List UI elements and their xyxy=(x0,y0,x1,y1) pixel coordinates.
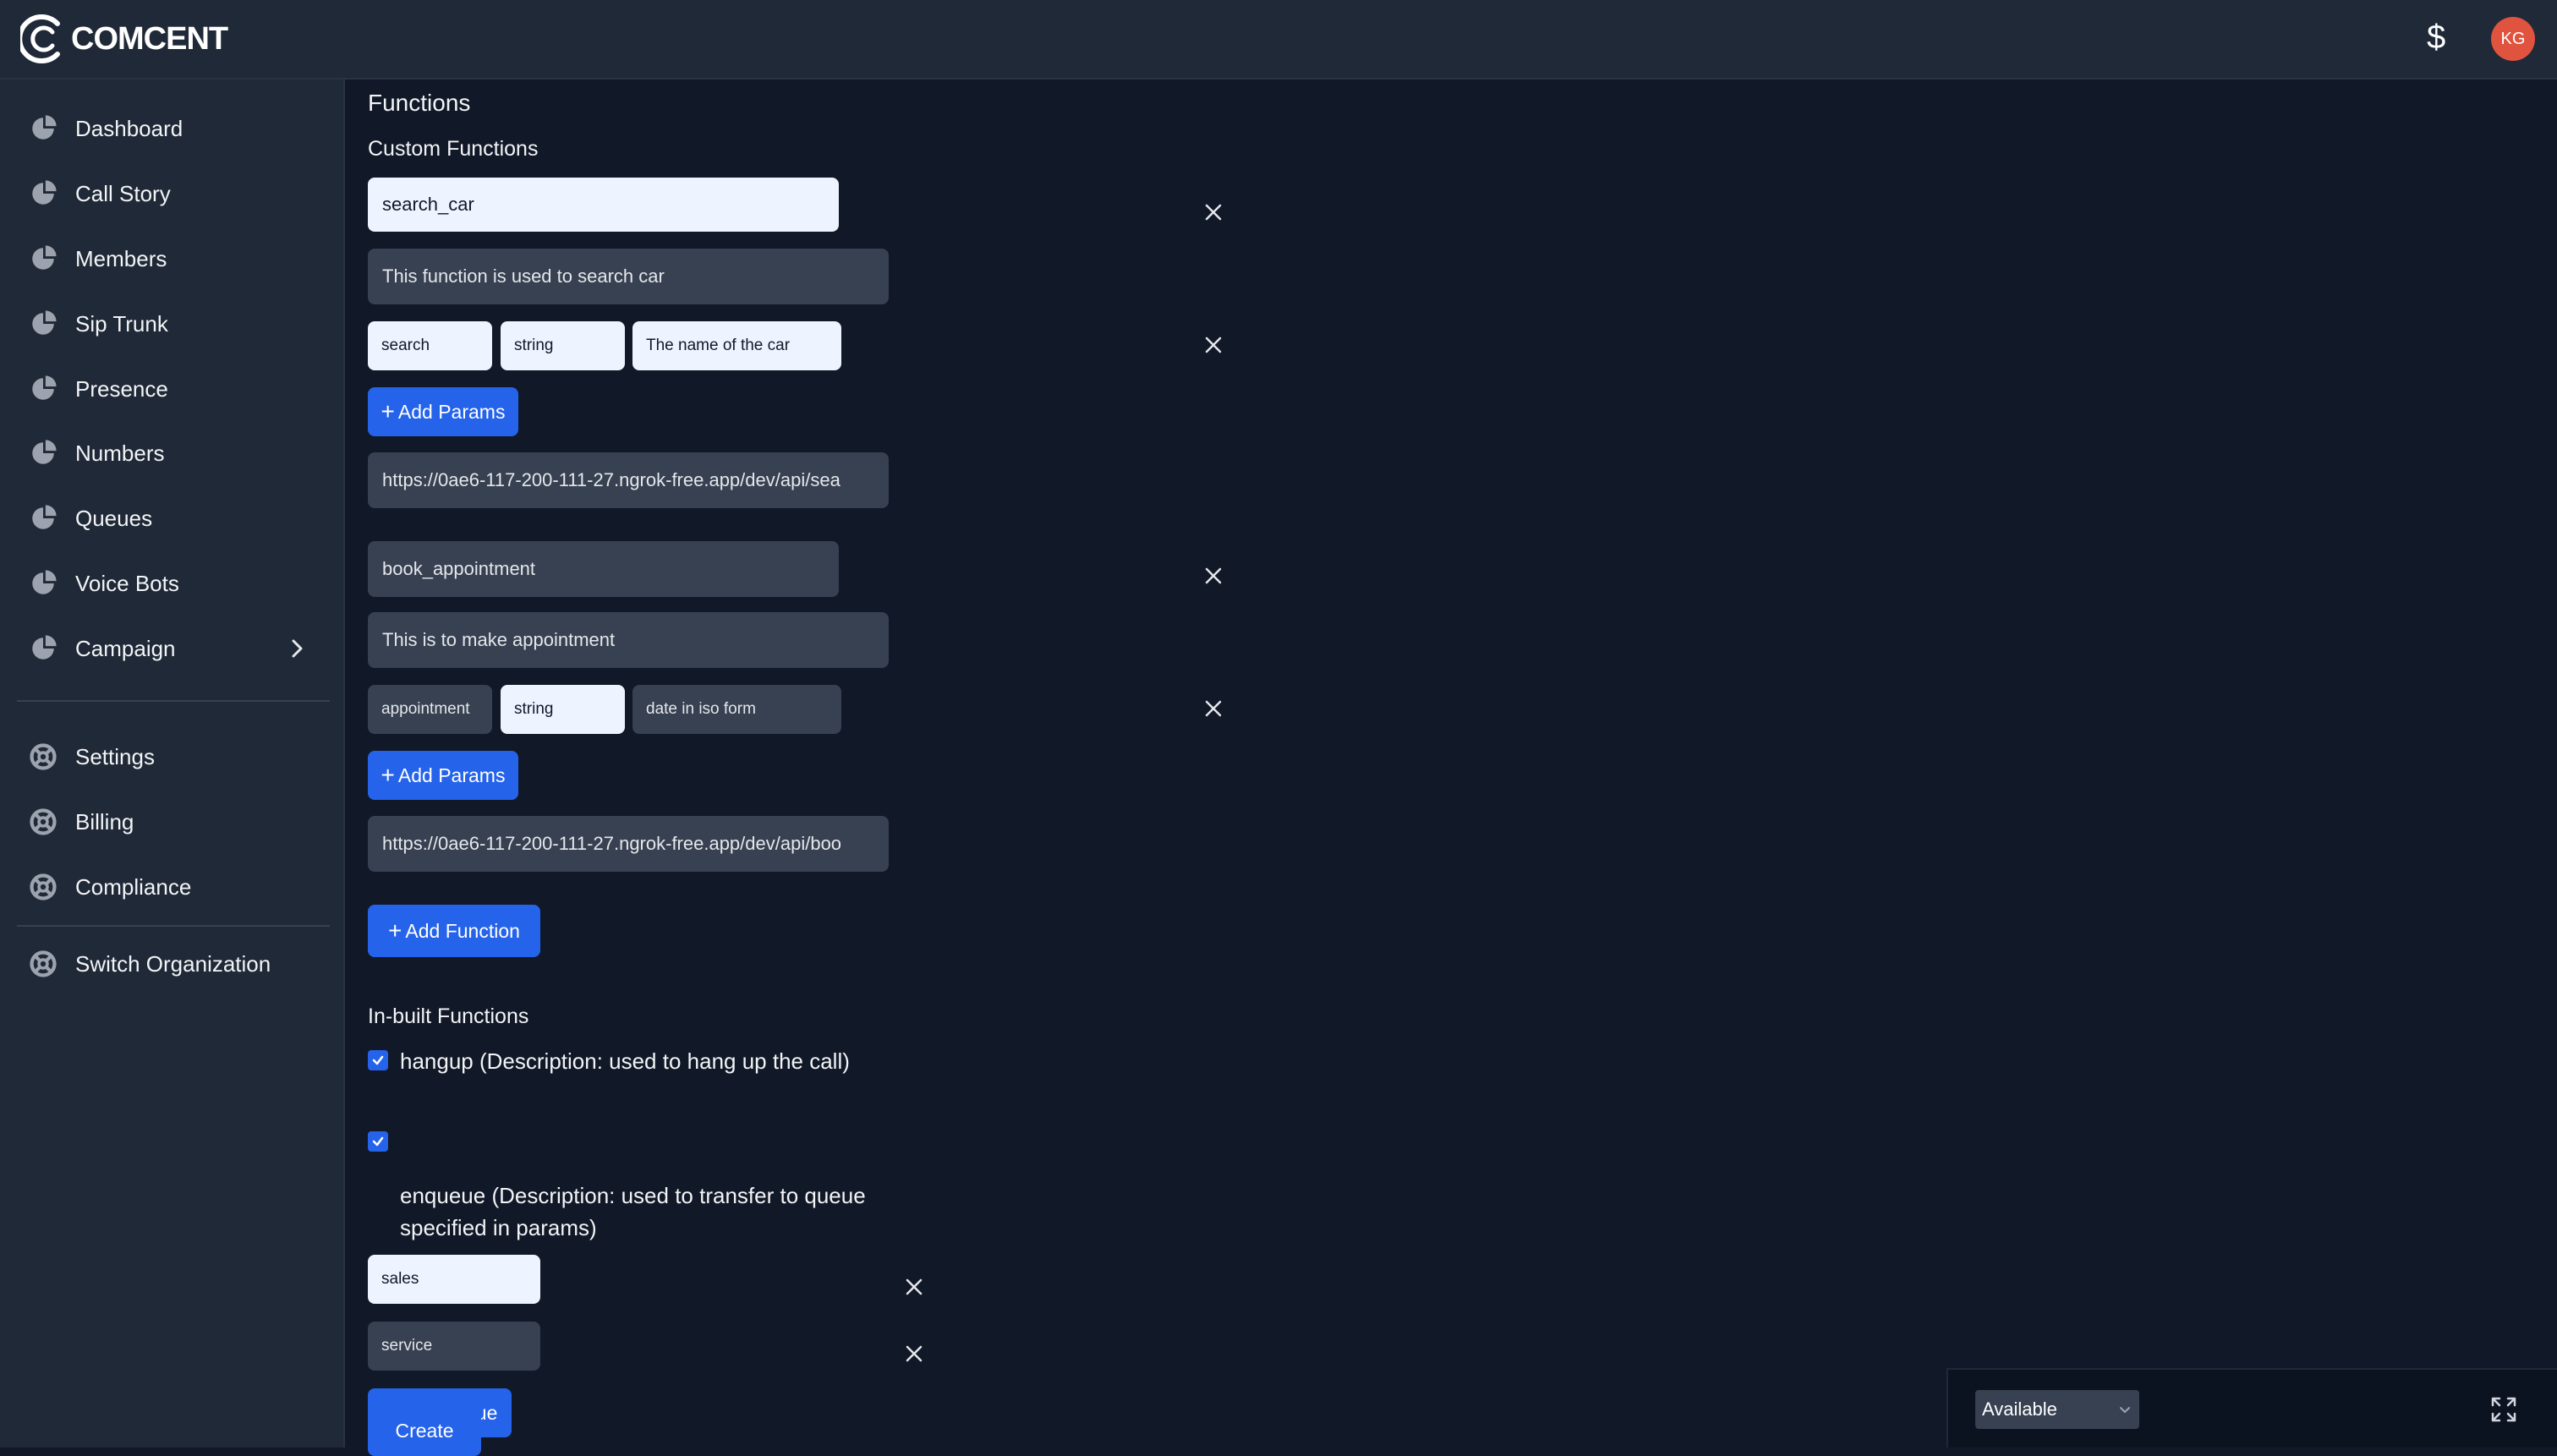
queue-input[interactable]: service xyxy=(368,1322,540,1371)
sidebar-divider xyxy=(17,925,330,927)
sidebar-item-label: Sip Trunk xyxy=(75,310,168,337)
param-type-input[interactable]: string xyxy=(501,321,625,370)
function-name-input[interactable]: search_car xyxy=(368,178,839,232)
main-content: Functions Custom Functions search_car Th… xyxy=(345,79,2557,1456)
sidebar-item-billing[interactable]: Billing xyxy=(0,796,345,847)
add-params-button[interactable]: + Add Params xyxy=(368,751,518,800)
add-params-button[interactable]: + Add Params xyxy=(368,387,518,436)
sidebar-item-label: Voice Bots xyxy=(75,570,179,596)
status-bar: Available xyxy=(1946,1368,2557,1448)
close-icon[interactable] xyxy=(1204,567,1223,585)
page-title: Functions xyxy=(368,90,471,116)
sidebar-item-queues[interactable]: Queues xyxy=(0,493,345,544)
close-icon[interactable] xyxy=(905,1344,923,1363)
sidebar-item-label: Billing xyxy=(75,808,134,835)
section-title-custom-functions: Custom Functions xyxy=(368,137,539,161)
support-icon xyxy=(30,743,57,770)
pie-chart-icon xyxy=(32,115,57,140)
add-function-button[interactable]: + Add Function xyxy=(368,905,540,957)
sidebar-item-campaign[interactable]: Campaign xyxy=(0,623,345,674)
sidebar-item-label: Numbers xyxy=(75,440,165,466)
pie-chart-icon xyxy=(32,570,57,594)
support-icon xyxy=(30,950,57,977)
pie-chart-icon xyxy=(32,310,57,335)
support-icon xyxy=(30,873,57,900)
hangup-checkbox[interactable] xyxy=(368,1050,388,1070)
function-description-input[interactable]: This is to make appointment xyxy=(368,612,889,668)
queue-input[interactable]: sales xyxy=(368,1255,540,1304)
logo[interactable]: COMCENT xyxy=(20,14,228,64)
dollar-icon[interactable]: $ xyxy=(2427,19,2445,57)
pie-chart-icon xyxy=(32,180,57,205)
sidebar-item-label: Call Story xyxy=(75,180,171,206)
enqueue-checkbox[interactable] xyxy=(368,1131,388,1152)
sidebar-item-label: Queues xyxy=(75,505,153,531)
function-description-input[interactable]: This function is used to search car xyxy=(368,249,889,304)
status-select[interactable]: Available xyxy=(1975,1390,2139,1429)
plus-icon: + xyxy=(381,398,395,424)
sidebar-item-numbers[interactable]: Numbers xyxy=(0,428,345,479)
pie-chart-icon xyxy=(32,635,57,660)
top-bar: COMCENT $ KG xyxy=(0,0,2557,79)
sidebar-item-switch-organization[interactable]: Switch Organization xyxy=(0,939,345,989)
pie-chart-icon xyxy=(32,245,57,270)
param-type-input[interactable]: string xyxy=(501,685,625,734)
sidebar-item-voice-bots[interactable]: Voice Bots xyxy=(0,558,345,609)
close-icon[interactable] xyxy=(905,1278,923,1296)
param-name-input[interactable]: search xyxy=(368,321,492,370)
support-icon xyxy=(30,808,57,835)
sidebar-item-call-story[interactable]: Call Story xyxy=(0,168,345,219)
sidebar-item-settings[interactable]: Settings xyxy=(0,731,345,782)
status-select-value: Available xyxy=(1982,1399,2057,1420)
sidebar-item-label: Campaign xyxy=(75,635,176,661)
logo-text: COMCENT xyxy=(71,20,228,57)
create-button[interactable]: Create xyxy=(368,1405,481,1456)
function-url-input[interactable]: https://0ae6-117-200-111-27.ngrok-free.a… xyxy=(368,816,889,872)
pie-chart-icon xyxy=(32,505,57,529)
pie-chart-icon xyxy=(32,440,57,464)
pie-chart-icon xyxy=(32,375,57,400)
chevron-right-icon[interactable] xyxy=(289,636,306,661)
sidebar-item-label: Compliance xyxy=(75,873,192,900)
close-icon[interactable] xyxy=(1204,699,1223,718)
close-icon[interactable] xyxy=(1204,336,1223,354)
sidebar-item-presence[interactable]: Presence xyxy=(0,364,345,414)
function-name-input[interactable]: book_appointment xyxy=(368,541,839,597)
sidebar-item-label: Presence xyxy=(75,375,168,402)
check-icon xyxy=(372,1136,384,1147)
section-title-inbuilt-functions: In-built Functions xyxy=(368,1004,529,1028)
param-name-input[interactable]: appointment xyxy=(368,685,492,734)
sidebar-item-label: Members xyxy=(75,245,167,271)
enqueue-label-line-2: specified in params) xyxy=(400,1215,597,1240)
param-description-input[interactable]: date in iso form xyxy=(632,685,841,734)
sidebar-item-compliance[interactable]: Compliance xyxy=(0,862,345,912)
close-icon[interactable] xyxy=(1204,203,1223,222)
avatar[interactable]: KG xyxy=(2491,17,2535,61)
check-icon xyxy=(372,1055,384,1065)
comcent-logo-icon xyxy=(20,14,60,63)
hangup-label: hangup (Description: used to hang up the… xyxy=(400,1048,850,1074)
function-url-input[interactable]: https://0ae6-117-200-111-27.ngrok-free.a… xyxy=(368,452,889,508)
sidebar-item-label: Switch Organization xyxy=(75,950,271,977)
chevron-down-icon xyxy=(2120,1407,2130,1413)
sidebar-divider xyxy=(17,700,330,702)
sidebar-item-label: Dashboard xyxy=(75,115,183,141)
param-description-input[interactable]: The name of the car xyxy=(632,321,841,370)
expand-icon[interactable] xyxy=(2489,1395,2518,1424)
sidebar-item-label: Settings xyxy=(75,743,155,769)
plus-icon: + xyxy=(388,917,402,944)
enqueue-label-line-1: enqueue (Description: used to transfer t… xyxy=(400,1183,866,1208)
sidebar-item-members[interactable]: Members xyxy=(0,233,345,284)
sidebar: Dashboard Call Story Members Sip Trunk P… xyxy=(0,79,345,1448)
sidebar-item-dashboard[interactable]: Dashboard xyxy=(0,103,345,154)
sidebar-item-sip-trunk[interactable]: Sip Trunk xyxy=(0,298,345,349)
plus-icon: + xyxy=(381,762,395,788)
